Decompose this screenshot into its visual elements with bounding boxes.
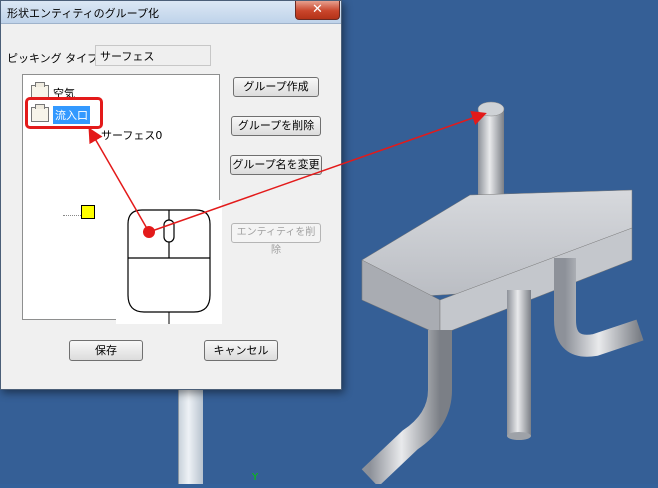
arrow-icon — [88, 127, 150, 233]
arrow-icon — [148, 110, 487, 233]
annotation-arrows — [88, 110, 487, 238]
